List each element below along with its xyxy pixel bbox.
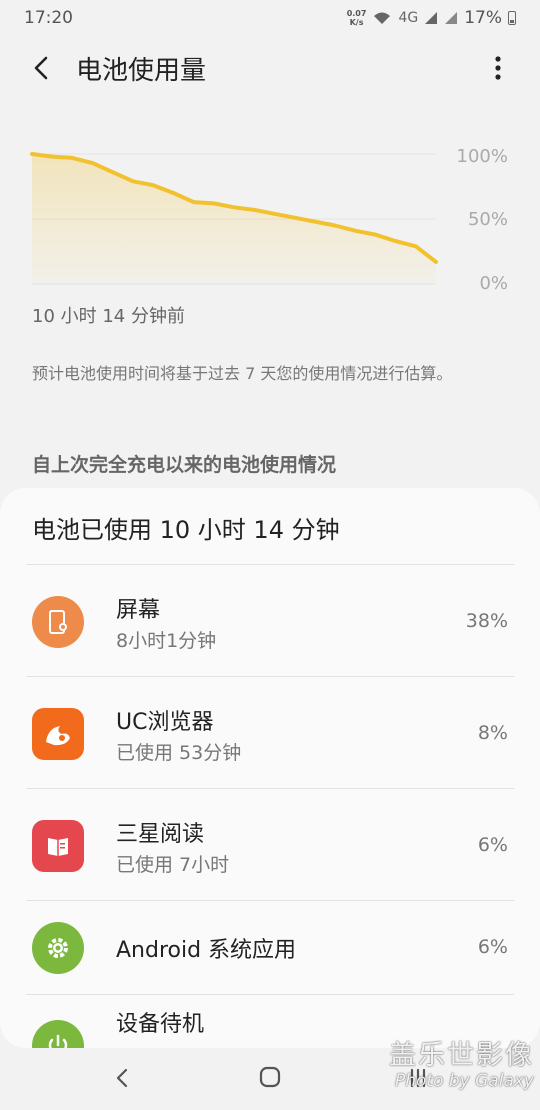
y-axis-label-0: 0% [479,273,508,294]
back-arrow-icon[interactable] [28,54,56,82]
app-usage-percent: 6% [477,834,508,856]
section-header: 自上次完全充电以来的电池使用情况 [32,454,337,476]
net-speed-unit: K/s [349,18,364,27]
app-usage-percent: 38% [465,610,508,632]
app-usage-time: 8小时1分钟 [116,630,217,652]
app-bar: 电池使用量 [0,40,540,100]
divider [26,994,514,995]
signal-secondary-icon [445,12,458,24]
y-axis-label-100: 100% [456,146,508,167]
usage-row-screen[interactable]: 屏幕 8小时1分钟 38% [0,566,540,676]
usage-card-title: 电池已使用 10 小时 14 分钟 [32,516,340,544]
app-usage-time: 已使用 53分钟 [116,742,242,764]
signal-icon [425,12,438,24]
y-axis-label-50: 50% [467,209,508,230]
app-usage-percent: 6% [477,936,508,958]
estimate-note: 预计电池使用时间将基于过去 7 天您的使用情况进行估算。 [32,364,453,383]
standby-power-icon [32,1020,84,1048]
photo-watermark: 盖乐世影像 Photo by Galaxy [364,1040,534,1090]
nav-back-icon[interactable] [110,1064,134,1092]
battery-chart: 100% 50% 0% [0,130,540,300]
more-options-icon[interactable] [484,54,512,82]
chart-start-label: 10 小时 14 分钟前 [32,306,185,327]
nav-home-icon[interactable] [258,1065,282,1089]
app-name: UC浏览器 [116,710,214,735]
uc-browser-icon [32,708,84,760]
wifi-icon [374,12,391,24]
usage-card: 电池已使用 10 小时 14 分钟 屏幕 8小时1分钟 38% UC浏览器 已使… [0,488,540,1048]
watermark-title: 盖乐世影像 [389,1040,534,1071]
app-name: 屏幕 [116,598,161,623]
app-name: Android 系统应用 [116,938,297,963]
divider [26,788,514,789]
watermark-subtitle: Photo by Galaxy [394,1071,534,1091]
divider [26,564,514,565]
app-name: 三星阅读 [116,822,205,847]
net-speed-indicator: 0.07 K/s [347,9,367,27]
samsung-reader-icon [32,820,84,872]
divider [26,900,514,901]
status-bar: 17:20 0.07 K/s 4G 17% [0,0,540,36]
network-type-label: 4G [398,10,419,26]
battery-percent: 17% [464,8,502,28]
status-time: 17:20 [24,8,73,28]
divider [26,676,514,677]
app-usage-percent: 8% [477,722,508,744]
android-system-gear-icon [32,922,84,974]
page-title: 电池使用量 [76,56,207,86]
usage-row-uc-browser[interactable]: UC浏览器 已使用 53分钟 8% [0,678,540,788]
app-usage-time: 已使用 7小时 [116,854,230,876]
usage-row-samsung-reader[interactable]: 三星阅读 已使用 7小时 6% [0,790,540,900]
usage-row-android-system[interactable]: Android 系统应用 6% [0,902,540,994]
screen-brightness-icon [32,596,84,648]
net-speed-value: 0.07 [346,9,367,18]
battery-icon [508,11,516,25]
app-name: 设备待机 [116,1012,205,1037]
status-icons: 0.07 K/s 4G 17% [347,8,516,28]
